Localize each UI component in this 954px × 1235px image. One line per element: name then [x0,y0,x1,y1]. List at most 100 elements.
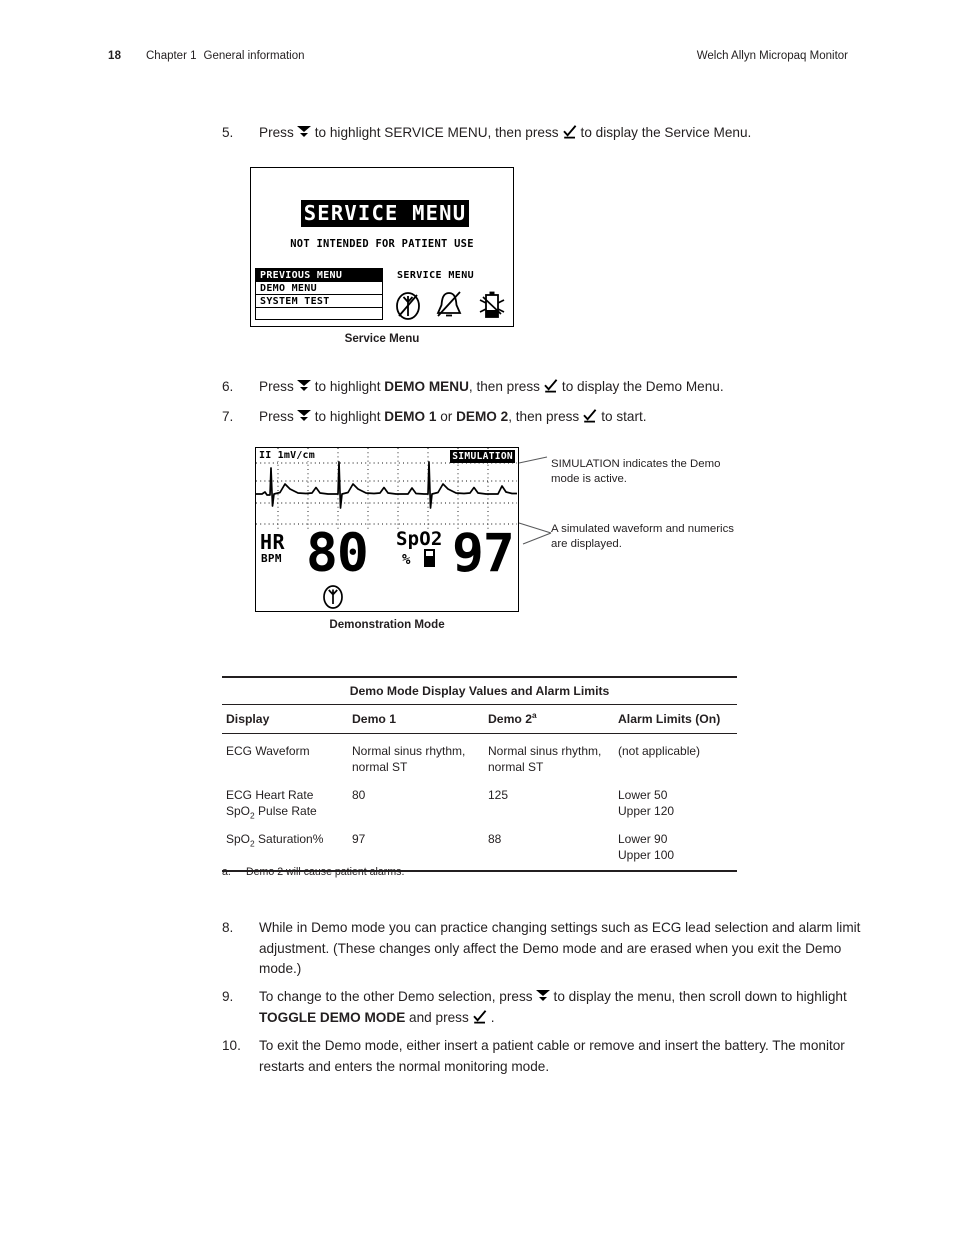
hr-units-label: BPM [261,552,282,565]
breadcrumb-chapter: Chapter 1 [146,50,197,62]
step-7: 7. Press to highlight DEMO 1 or DEMO 2, t… [222,407,862,428]
step-7-number: 7. [222,409,234,424]
demo-mode-table: Demo Mode Display Values and Alarm Limit… [222,676,737,872]
ecg-waveform-area: II 1mV/cm SIMULATION [256,448,518,530]
step-9-text: To change to the other Demo selection, p… [259,987,870,1028]
menu-item-empty [256,308,382,319]
hr-value: 80 [306,523,369,584]
step-5-text: Press to highlight SERVICE MENU, then pre… [259,123,862,144]
cell-display-line-1: ECG Heart Rate [226,788,314,803]
cell-display: ECG Heart Rate SpO2 Pulse Rate [226,788,351,819]
step-7-part-1: Press [259,409,294,424]
step-6-text: Press to highlight DEMO MENU, then press t… [259,377,862,398]
callout-simulation: SIMULATION indicates the Demo mode is ac… [551,458,721,485]
spo2-signal-bar-icon [424,549,435,567]
step-5-part-1: Press [259,125,294,140]
step-10-number: 10. [222,1038,241,1053]
menu-item-previous-menu[interactable]: PREVIOUS MENU [256,269,382,282]
cell-display: SpO2 Saturation% [226,832,324,849]
column-header-demo-2: Demo 2a [488,710,537,727]
step-9-number: 9. [222,989,234,1004]
scroll-down-key-icon [296,410,312,422]
ecg-pulse-icon [320,584,346,614]
cell-alarm-limits: Lower 90 Upper 100 [618,832,738,863]
ecg-lead-label: II 1mV/cm [259,450,317,461]
step-7-text: Press to highlight DEMO 1 or DEMO 2, then… [259,407,862,428]
cell-demo-2: 125 [488,788,509,803]
step-5-part-2: to highlight SERVICE MENU, then press [314,125,559,140]
alarm-upper: Upper 120 [618,803,675,818]
step-6-part-1: Press [259,379,294,394]
hr-label: HR [260,530,286,554]
table-title: Demo Mode Display Values and Alarm Limit… [349,683,610,698]
enter-key-icon [543,379,559,393]
step-7-part-4: , then press [508,409,580,424]
step-9-part-2: to display the menu, then scroll down to… [553,989,847,1004]
table-row: ECG Waveform Normal sinus rhythm, normal… [222,734,737,779]
product-title: Welch Allyn Micropaq Monitor [696,50,848,62]
simulation-badge: SIMULATION [450,449,515,463]
alarm-lower: Lower 50 [618,788,668,803]
enter-key-icon [582,409,598,423]
scroll-down-key-icon [535,990,551,1002]
scroll-down-key-icon [296,380,312,392]
step-10-text: To exit the Demo mode, either insert a p… [259,1038,845,1074]
step-10: 10. To exit the Demo mode, either insert… [222,1036,872,1077]
step-6-number: 6. [222,379,234,394]
breadcrumb-chapter-title: General information [203,50,305,62]
step-8: 8. While in Demo mode you can practice c… [222,918,870,980]
column-header-display: Display [226,712,270,727]
cell-demo-1: 80 [352,788,366,803]
cell-demo-1: Normal sinus rhythm, normal ST [352,744,466,774]
enter-key-icon [562,125,578,139]
enter-key-icon [472,1009,488,1024]
cell-demo-2: Normal sinus rhythm, normal ST [488,744,602,774]
step-8-number: 8. [222,920,234,935]
step-5: 5. Press to highlight SERVICE MENU, then … [222,123,862,144]
cell-demo-2: 88 [488,832,502,847]
page-number: 18 [108,50,122,62]
column-header-alarm-limits: Alarm Limits (On) [618,712,721,727]
alarm-upper: Upper 100 [618,847,675,862]
table-row: SpO2 Saturation% 97 88 Lower 90 Upper 10… [222,823,737,870]
step-9: 9. To change to the other Demo selection… [222,987,870,1028]
step-9-part-1: To change to the other Demo selection, p… [259,989,533,1004]
service-menu-status-icons [393,286,511,324]
menu-item-system-test[interactable]: SYSTEM TEST [256,295,382,308]
step-8-text: While in Demo mode you can practice chan… [259,920,861,976]
table-row: ECG Heart Rate SpO2 Pulse Rate 80 125 Lo… [222,779,737,823]
column-header-demo-1: Demo 1 [352,712,397,727]
service-menu-list[interactable]: PREVIOUS MENU DEMO MENU SYSTEM TEST [255,268,383,320]
footnote-text: Demo 2 will cause patient alarms. [246,866,405,878]
alarm-lower: Lower 90 [618,832,668,847]
callout-waveform: A simulated waveform and numerics are di… [551,523,734,550]
cell-alarm-limits: Lower 50 Upper 120 [618,788,738,819]
footnote-marker: a [532,710,537,721]
footnote-mark: a. [222,866,231,878]
cell-display-line-2: SpO2 Pulse Rate [226,803,317,820]
step-7-demo-1: DEMO 1 [384,409,437,424]
step-5-part-3: to display the Service Menu. [580,125,752,140]
step-6-part-4: to display the Demo Menu. [561,379,724,394]
step-5-number: 5. [222,125,234,140]
cell-alarm-limits: (not applicable) [618,744,701,759]
scroll-down-key-icon [296,126,312,138]
demo-mode-caption: Demonstration Mode [329,618,445,631]
step-7-part-2: to highlight [314,409,381,424]
step-6-part-3: , then press [468,379,540,394]
step-7-demo-2: DEMO 2 [456,409,509,424]
step-9-menu-name: TOGGLE DEMO MODE [259,1009,406,1025]
step-6-part-2: to highlight [314,379,381,394]
step-7-part-3: or [440,409,453,424]
cell-demo-1: 97 [352,832,366,847]
spo2-units-label: % [402,552,411,568]
page-header: 18 Chapter 1 General information Welch Al… [108,50,848,70]
breadcrumb: Chapter 1 General information [146,50,305,62]
step-7-part-5: to start. [601,409,647,424]
service-menu-title: SERVICE MENU [301,200,469,227]
step-6-menu-name: DEMO MENU [384,379,469,394]
step-9-part-3: and press [409,1009,469,1025]
menu-item-demo-menu[interactable]: DEMO MENU [256,282,382,295]
service-menu-context-label: SERVICE MENU [397,270,475,281]
table-footnote: a. Demo 2 will cause patient alarms. [222,866,404,878]
